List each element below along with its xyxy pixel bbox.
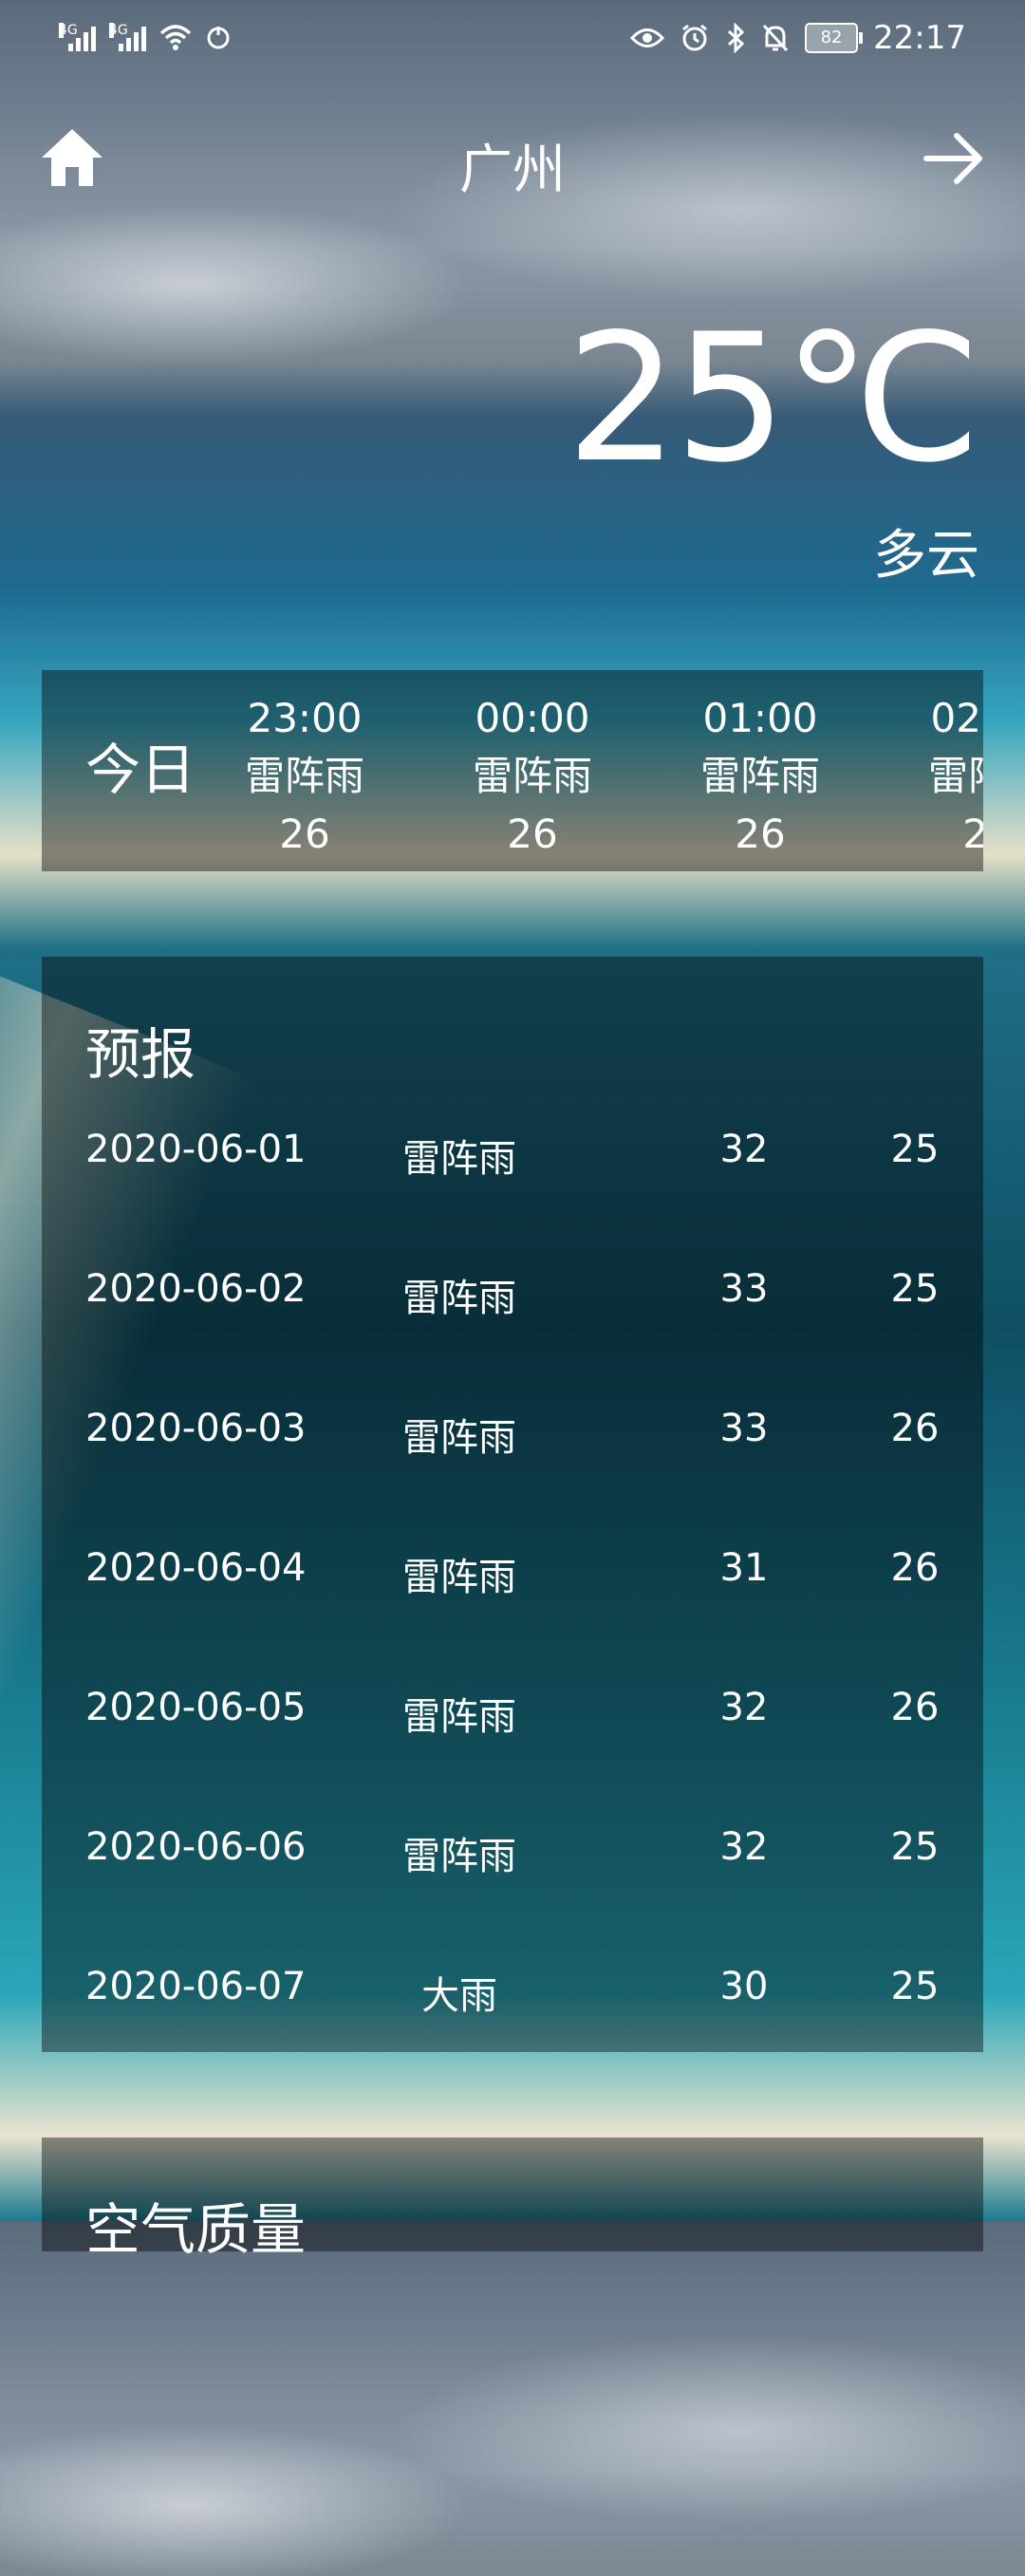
app-header: 广州	[0, 114, 1025, 209]
hour-weather: 雷阵雨	[927, 753, 983, 799]
forecast-max-temp: 32	[719, 1825, 769, 1869]
forecast-max-temp: 30	[719, 1965, 769, 2008]
hour-item: 23:00 雷阵雨 26	[210, 689, 400, 863]
eye-icon	[630, 28, 665, 47]
forecast-date: 2020-06-02	[85, 1267, 307, 1311]
hour-weather: 雷阵雨	[699, 753, 820, 799]
forecast-max-temp: 32	[719, 1128, 769, 1171]
hour-item: 02:00 雷阵雨 26	[893, 689, 983, 863]
forecast-min-temp: 25	[890, 1965, 940, 2008]
forecast-weather: 雷阵雨	[402, 1277, 516, 1320]
forecast-max-temp: 32	[719, 1686, 769, 1729]
hour-temp: 26	[962, 811, 983, 857]
hour-temp: 26	[735, 811, 786, 857]
hour-time: 02:00	[930, 695, 983, 741]
cellular-signal-icon-2: 4G	[109, 23, 146, 51]
network-type-label: 4G	[59, 23, 78, 38]
bluetooth-icon	[727, 23, 745, 53]
hour-temp: 26	[279, 811, 330, 857]
today-hourly-panel[interactable]: 今日 23:00 雷阵雨 26 00:00 雷阵雨 26 01:00 雷阵雨 2…	[42, 670, 983, 871]
clock-time: 22:17	[873, 19, 966, 57]
hour-time: 01:00	[702, 695, 818, 741]
status-bar-right: 82 22:17	[630, 19, 966, 57]
mute-bell-icon	[762, 24, 789, 52]
forecast-row: 2020-06-01 雷阵雨 32 25	[42, 1111, 983, 1186]
cellular-signal-icon: 4G	[59, 23, 96, 51]
data-saver-icon	[207, 27, 230, 49]
forecast-weather: 雷阵雨	[402, 1835, 516, 1878]
forecast-max-temp: 33	[719, 1407, 769, 1450]
forecast-row: 2020-06-07 大雨 30 25	[42, 1948, 983, 2024]
arrow-right-icon	[923, 133, 982, 184]
today-label: 今日	[85, 737, 196, 802]
forecast-row: 2020-06-04 雷阵雨 31 26	[42, 1529, 983, 1605]
forecast-panel: 预报 2020-06-01 雷阵雨 32 25 2020-06-02 雷阵雨 3…	[42, 957, 983, 2052]
air-quality-panel: 空气质量	[42, 2137, 983, 2262]
forecast-date: 2020-06-06	[85, 1825, 307, 1869]
forecast-date: 2020-06-07	[85, 1965, 307, 2008]
forecast-weather: 雷阵雨	[402, 1416, 516, 1460]
forecast-row: 2020-06-03 雷阵雨 33 26	[42, 1390, 983, 1465]
alarm-icon	[682, 24, 707, 51]
forecast-min-temp: 26	[890, 1407, 940, 1450]
hour-time: 00:00	[475, 695, 590, 741]
forecast-row: 2020-06-05 雷阵雨 32 26	[42, 1669, 983, 1745]
wifi-icon	[159, 25, 192, 50]
forecast-min-temp: 25	[890, 1128, 940, 1171]
forecast-title: 预报	[85, 1022, 196, 1087]
forecast-min-temp: 26	[890, 1546, 940, 1590]
city-name: 广州	[459, 140, 566, 201]
hour-weather: 雷阵雨	[472, 753, 592, 799]
forecast-weather: 雷阵雨	[402, 1695, 516, 1739]
hour-weather: 雷阵雨	[244, 753, 364, 799]
hour-temp: 26	[507, 811, 558, 857]
current-condition: 多云	[873, 525, 979, 587]
forecast-date: 2020-06-04	[85, 1546, 307, 1590]
hour-item: 01:00 雷阵雨 26	[665, 689, 855, 863]
battery-icon: 82	[805, 23, 864, 53]
forecast-max-temp: 31	[719, 1546, 769, 1590]
forecast-weather: 雷阵雨	[402, 1137, 516, 1181]
forecast-date: 2020-06-01	[85, 1128, 307, 1171]
air-quality-title: 空气质量	[85, 2197, 307, 2262]
hour-item: 00:00 雷阵雨 26	[438, 689, 627, 863]
forecast-min-temp: 25	[890, 1267, 940, 1311]
forecast-min-temp: 26	[890, 1686, 940, 1729]
forecast-weather: 大雨	[421, 1974, 497, 2018]
forecast-row: 2020-06-06 雷阵雨 32 25	[42, 1808, 983, 1884]
forecast-weather: 雷阵雨	[402, 1556, 516, 1599]
status-bar-left: 4G 4G	[59, 23, 232, 51]
forecast-date: 2020-06-03	[85, 1407, 307, 1450]
current-temperature: 25℃	[566, 295, 981, 501]
forecast-max-temp: 33	[719, 1267, 769, 1311]
status-bar: 4G 4G 82 22:17	[0, 0, 1025, 76]
forecast-row: 2020-06-02 雷阵雨 33 25	[42, 1250, 983, 1326]
network-type-label-2: 4G	[109, 23, 128, 38]
hour-time: 23:00	[247, 695, 363, 741]
forecast-date: 2020-06-05	[85, 1686, 307, 1729]
forecast-min-temp: 25	[890, 1825, 940, 1869]
switch-city-button[interactable]	[921, 125, 987, 192]
